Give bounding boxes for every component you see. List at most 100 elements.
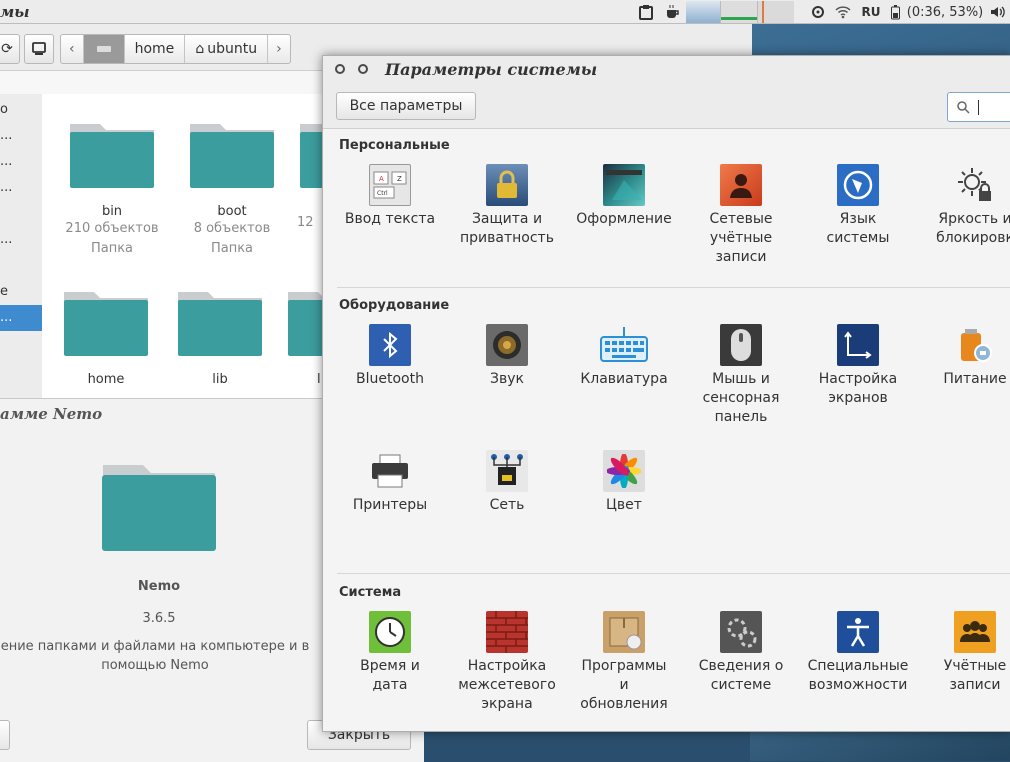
close-window-button[interactable] (335, 64, 345, 74)
clock-icon (369, 611, 411, 653)
section-title-personal: Персональные (339, 138, 450, 153)
settings-item-color[interactable]: Цвет (565, 450, 683, 515)
settings-item-keyboard[interactable]: Клавиатура (565, 324, 683, 389)
settings-item-user-accounts[interactable]: Учётные записи (916, 611, 1010, 695)
sidebar-item[interactable]: ... (0, 123, 42, 149)
battery-icon[interactable] (886, 0, 904, 24)
file-count: 210 объектов (65, 221, 159, 236)
sidebar-item[interactable]: о (0, 97, 42, 123)
settings-item-label: Клавиатура (580, 371, 668, 387)
coffee-icon[interactable] (660, 0, 686, 24)
settings-item-label: Звук (490, 371, 524, 387)
file-type: Папка (90, 241, 134, 256)
settings-item-software-updates[interactable]: Программы и обновления (565, 611, 683, 714)
home-icon: ⌂ (195, 41, 205, 57)
settings-item-system-info[interactable]: Сведения о системе (682, 611, 800, 695)
settings-item-label: Яркость и блокировк (936, 211, 1010, 246)
settings-item-label: Программы и обновления (580, 658, 668, 712)
top-panel: мы RU (0:36, 53%) (0, 0, 1010, 24)
battery-status-text: (0:36, 53%) (906, 4, 984, 20)
sidebar-item-selected[interactable]: ... (0, 305, 42, 331)
sidebar-item[interactable]: ... (0, 227, 42, 253)
settings-item-mouse[interactable]: Мышь и сенсорная панель (682, 324, 800, 427)
security-privacy-icon (486, 164, 528, 206)
system-monitor-icon[interactable] (686, 1, 796, 23)
sidebar-item[interactable] (0, 201, 42, 227)
section-separator (337, 287, 1010, 288)
settings-item-label: Мышь и сенсорная панель (702, 371, 780, 425)
sidebar-item[interactable]: е (0, 279, 42, 305)
file-item-boot[interactable]: boot 8 объектов Папка (177, 118, 287, 259)
settings-item-printers[interactable]: Принтеры (331, 450, 449, 515)
settings-item-label: Bluetooth (356, 371, 424, 387)
description-line: помощью Nemo (101, 658, 209, 673)
file-item-bin[interactable]: bin 210 объектов Папка (57, 118, 167, 259)
system-info-icon (720, 611, 762, 653)
settings-item-network[interactable]: Сеть (448, 450, 566, 515)
keyboard-layout-indicator[interactable]: RU (856, 0, 886, 24)
file-item-lib[interactable]: lib (165, 286, 275, 387)
breadcrumb-back-button[interactable]: ‹ (61, 35, 84, 63)
sound-icon (486, 324, 528, 366)
breadcrumb-root-button[interactable] (83, 35, 125, 63)
bluetooth-icon (369, 324, 411, 366)
file-name: home (87, 372, 125, 387)
settings-item-language[interactable]: Язык системы (799, 164, 917, 248)
settings-item-online-accounts[interactable]: Сетевые учётные записи (682, 164, 800, 267)
file-name: bin (101, 204, 123, 219)
settings-item-label: Настройка межсетевого экрана (458, 658, 556, 712)
wifi-icon[interactable] (830, 0, 856, 24)
software-updates-icon (603, 611, 645, 653)
settings-item-bluetooth[interactable]: Bluetooth (331, 324, 449, 389)
settings-item-time-date[interactable]: Время и дата (331, 611, 449, 695)
reload-button[interactable]: ⟳ (0, 34, 20, 64)
settings-item-label: Питание (943, 371, 1007, 387)
all-settings-button[interactable]: Все параметры (336, 92, 476, 120)
app-description: ение папками и файлами на компьютере и в… (0, 637, 350, 675)
sidebar-item[interactable] (0, 253, 42, 279)
network-icon[interactable] (806, 0, 830, 24)
computer-icon (32, 42, 46, 55)
drive-icon (96, 46, 111, 52)
settings-item-text-entry[interactable]: A Z Ctrl Ввод текста (331, 164, 449, 229)
settings-item-power[interactable]: Питание (916, 324, 1010, 389)
breadcrumb-forward-button[interactable]: › (268, 35, 290, 63)
folder-icon (178, 292, 262, 356)
svg-text:A: A (379, 175, 384, 183)
about-dialog-title: амме Nemo (0, 405, 103, 423)
sidebar-item[interactable]: ... (0, 175, 42, 201)
settings-item-label: Цвет (606, 497, 642, 513)
color-icon (603, 450, 645, 492)
computer-button[interactable] (24, 34, 54, 64)
settings-item-brightness-lock[interactable]: Яркость и блокировк (916, 164, 1010, 248)
search-input[interactable] (947, 92, 1010, 122)
settings-item-firewall[interactable]: Настройка межсетевого экрана (448, 611, 566, 714)
app-version: 3.6.5 (142, 611, 176, 626)
volume-icon[interactable] (986, 0, 1010, 24)
mouse-icon (720, 324, 762, 366)
breadcrumb-item-ubuntu[interactable]: ⌂ ubuntu (185, 35, 269, 63)
clipboard-icon[interactable] (632, 0, 660, 24)
folder-icon (64, 292, 148, 356)
settings-item-label: Ввод текста (344, 211, 436, 227)
app-name: Nemo (137, 579, 181, 594)
printer-icon (369, 450, 411, 492)
about-left-button[interactable] (0, 720, 10, 750)
settings-item-label: Учётные записи (943, 658, 1007, 693)
breadcrumb-item-home[interactable]: home (125, 35, 186, 63)
sidebar-item[interactable]: ... (0, 149, 42, 175)
minimize-window-button[interactable] (358, 64, 368, 74)
firewall-icon (486, 611, 528, 653)
online-accounts-icon (720, 164, 762, 206)
settings-item-label: Защита и приватность (460, 211, 554, 246)
app-menu-title[interactable]: мы (0, 3, 30, 21)
settings-item-appearance[interactable]: Оформление (565, 164, 683, 229)
settings-item-displays[interactable]: Настройка экранов (799, 324, 917, 408)
settings-item-accessibility[interactable]: Специальные возможности (799, 611, 917, 695)
file-item-home[interactable]: home (51, 286, 161, 387)
window-title: Параметры системы (385, 60, 598, 79)
settings-item-security[interactable]: Защита и приватность (448, 164, 566, 248)
sidebar: о ... ... ... ... е ... (0, 94, 42, 400)
appearance-icon (603, 164, 645, 206)
settings-item-sound[interactable]: Звук (448, 324, 566, 389)
